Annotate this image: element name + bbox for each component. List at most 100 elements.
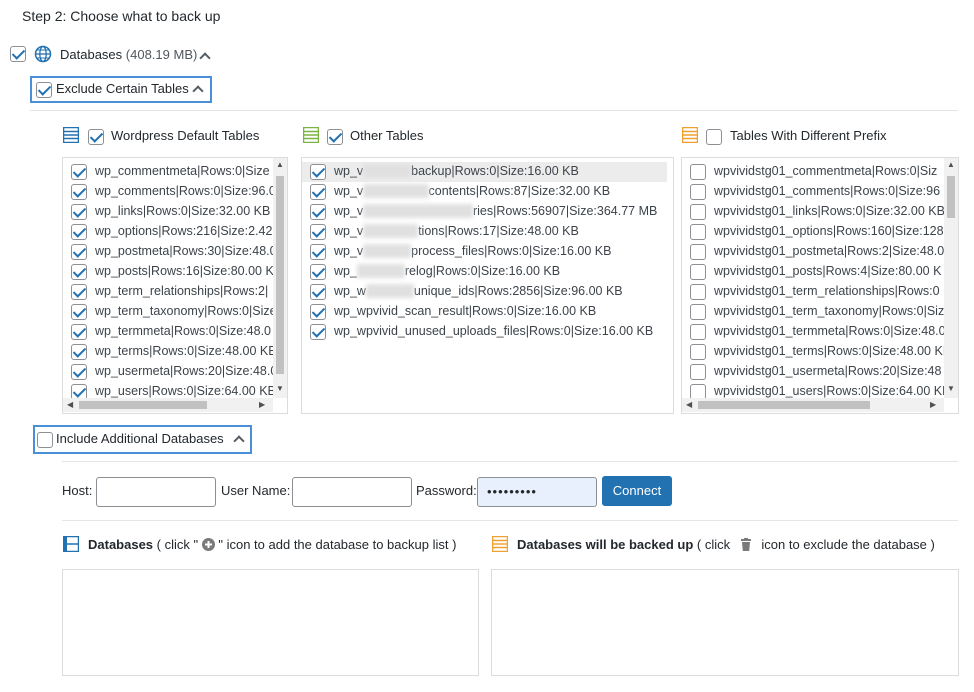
- table-checkbox[interactable]: [71, 324, 87, 340]
- other-table-row[interactable]: wp_vwpvivid_process_files|Rows:0|Size:16…: [302, 242, 673, 262]
- wordpress-tables-list[interactable]: wp_commentmeta|Rows:0|Size wp_comments|Ro…: [62, 157, 288, 414]
- table-checkbox[interactable]: [71, 224, 87, 240]
- table-checkbox[interactable]: [71, 204, 87, 220]
- table-checkbox[interactable]: [690, 284, 706, 300]
- table-checkbox[interactable]: [690, 224, 706, 240]
- databases-list-title: Databases: [88, 537, 154, 552]
- exclude-tables-checkbox[interactable]: [36, 82, 52, 98]
- table-checkbox[interactable]: [690, 264, 706, 280]
- exclude-tables-label[interactable]: Exclude Certain Tables: [56, 81, 189, 96]
- prefix-vertical-scrollbar[interactable]: ▲ ▼: [944, 158, 958, 398]
- divider: [30, 110, 958, 111]
- wordpress-tables-checkbox[interactable]: [88, 129, 104, 145]
- other-table-row[interactable]: wp_wwpvivid_unique_ids|Rows:2856|Size:96…: [302, 282, 673, 302]
- prefix-table-row[interactable]: wpvividstg01_term_taxonomy|Rows:0|Siz: [682, 302, 958, 322]
- backed-up-databases-box[interactable]: [491, 569, 959, 676]
- scrollbar-thumb[interactable]: [698, 401, 870, 409]
- prefix-table-row[interactable]: wpvividstg01_termmeta|Rows:0|Size:48.0: [682, 322, 958, 342]
- table-checkbox[interactable]: [310, 264, 326, 280]
- scroll-up-arrow-icon[interactable]: ▲: [276, 160, 284, 170]
- table-checkbox[interactable]: [310, 284, 326, 300]
- table-checkbox[interactable]: [310, 184, 326, 200]
- wordpress-table-row[interactable]: wp_options|Rows:216|Size:2.42: [63, 222, 287, 242]
- table-checkbox[interactable]: [71, 164, 87, 180]
- table-checkbox[interactable]: [690, 184, 706, 200]
- table-checkbox[interactable]: [71, 264, 87, 280]
- prefix-horizontal-scrollbar[interactable]: ◀ ▶: [682, 398, 944, 412]
- prefix-table-row[interactable]: wpvividstg01_links|Rows:0|Size:32.00 KB: [682, 202, 958, 222]
- other-table-row[interactable]: wp_vwpvivid_otions|Rows:17|Size:48.00 KB: [302, 222, 673, 242]
- other-table-row[interactable]: wp_vwpvivid_mecontents|Rows:87|Size:32.0…: [302, 182, 673, 202]
- wordpress-table-row[interactable]: wp_term_taxonomy|Rows:0|Size: [63, 302, 287, 322]
- scrollbar-thumb[interactable]: [79, 401, 207, 409]
- table-checkbox[interactable]: [690, 364, 706, 380]
- prefix-table-row[interactable]: wpvividstg01_commentmeta|Rows:0|Siz: [682, 162, 958, 182]
- scroll-down-arrow-icon[interactable]: ▼: [276, 384, 284, 394]
- table-checkbox[interactable]: [310, 244, 326, 260]
- table-checkbox[interactable]: [310, 324, 326, 340]
- prefix-table-row[interactable]: wpvividstg01_postmeta|Rows:2|Size:48.0: [682, 242, 958, 262]
- prefix-table-row[interactable]: wpvividstg01_comments|Rows:0|Size:96: [682, 182, 958, 202]
- table-checkbox[interactable]: [690, 204, 706, 220]
- table-checkbox[interactable]: [310, 304, 326, 320]
- host-label: Host:: [62, 483, 93, 498]
- scroll-left-arrow-icon[interactable]: ◀: [67, 400, 73, 410]
- scroll-up-arrow-icon[interactable]: ▲: [947, 160, 955, 170]
- other-table-row[interactable]: wp_vwpvivid_backup|Rows:0|Size:16.00 KB: [302, 162, 667, 182]
- available-databases-box[interactable]: [62, 569, 479, 676]
- other-table-row[interactable]: wp_wpvivid_relog|Rows:0|Size:16.00 KB: [302, 262, 673, 282]
- prefix-table-row[interactable]: wpvividstg01_usermeta|Rows:20|Size:48: [682, 362, 958, 382]
- prefix-table-row[interactable]: wpvividstg01_options|Rows:160|Size:128: [682, 222, 958, 242]
- scroll-left-arrow-icon[interactable]: ◀: [686, 400, 692, 410]
- databases-label: Databases (408.19 MB): [60, 47, 197, 62]
- table-checkbox[interactable]: [71, 364, 87, 380]
- table-checkbox[interactable]: [310, 204, 326, 220]
- table-checkbox[interactable]: [690, 244, 706, 260]
- table-checkbox[interactable]: [690, 164, 706, 180]
- other-table-row[interactable]: wp_wpvivid_scan_result|Rows:0|Size:16.00…: [302, 302, 673, 322]
- prefix-table-row[interactable]: wpvividstg01_terms|Rows:0|Size:48.00 KB: [682, 342, 958, 362]
- other-tables-list[interactable]: wp_vwpvivid_backup|Rows:0|Size:16.00 KBw…: [301, 157, 674, 414]
- prefix-table-row[interactable]: wpvividstg01_posts|Rows:4|Size:80.00 K: [682, 262, 958, 282]
- table-checkbox[interactable]: [71, 244, 87, 260]
- prefix-tables-checkbox[interactable]: [706, 129, 722, 145]
- scrollbar-thumb[interactable]: [276, 176, 284, 374]
- wordpress-table-row[interactable]: wp_termmeta|Rows:0|Size:48.0: [63, 322, 287, 342]
- databases-collapse-chevron-icon[interactable]: [199, 52, 211, 64]
- table-checkbox[interactable]: [71, 184, 87, 200]
- table-checkbox[interactable]: [310, 224, 326, 240]
- wordpress-table-row[interactable]: wp_term_relationships|Rows:2|: [63, 282, 287, 302]
- prefix-tables-list[interactable]: wpvividstg01_commentmeta|Rows:0|Siz wpviv…: [681, 157, 959, 414]
- include-databases-label[interactable]: Include Additional Databases: [56, 431, 224, 446]
- scrollbar-thumb[interactable]: [947, 176, 955, 218]
- wordpress-table-row[interactable]: wp_usermeta|Rows:20|Size:48.0: [63, 362, 287, 382]
- table-checkbox[interactable]: [71, 284, 87, 300]
- scroll-right-arrow-icon[interactable]: ▶: [259, 400, 265, 410]
- wordpress-table-row[interactable]: wp_postmeta|Rows:30|Size:48.0: [63, 242, 287, 262]
- include-databases-checkbox[interactable]: [37, 432, 53, 448]
- password-input[interactable]: •••••••••: [477, 477, 597, 507]
- wordpress-vertical-scrollbar[interactable]: ▲ ▼: [273, 158, 287, 398]
- other-tables-checkbox[interactable]: [327, 129, 343, 145]
- prefix-table-row[interactable]: wpvividstg01_term_relationships|Rows:0: [682, 282, 958, 302]
- connect-button[interactable]: Connect: [602, 476, 672, 506]
- other-table-row[interactable]: wp_vwpvivid_merge_histries|Rows:56907|Si…: [302, 202, 673, 222]
- table-checkbox[interactable]: [690, 304, 706, 320]
- user-name-input[interactable]: [292, 477, 412, 507]
- wordpress-horizontal-scrollbar[interactable]: ◀ ▶: [63, 398, 273, 412]
- table-checkbox[interactable]: [310, 164, 326, 180]
- databases-checkbox[interactable]: [10, 46, 26, 62]
- wordpress-table-row[interactable]: wp_terms|Rows:0|Size:48.00 KB: [63, 342, 287, 362]
- table-checkbox[interactable]: [690, 344, 706, 360]
- wordpress-table-row[interactable]: wp_commentmeta|Rows:0|Size: [63, 162, 287, 182]
- other-table-row[interactable]: wp_wpvivid_unused_uploads_files|Rows:0|S…: [302, 322, 673, 342]
- wordpress-table-row[interactable]: wp_posts|Rows:16|Size:80.00 K: [63, 262, 287, 282]
- table-checkbox[interactable]: [71, 304, 87, 320]
- scroll-down-arrow-icon[interactable]: ▼: [947, 384, 955, 394]
- table-checkbox[interactable]: [71, 344, 87, 360]
- table-checkbox[interactable]: [690, 324, 706, 340]
- scroll-right-arrow-icon[interactable]: ▶: [930, 400, 936, 410]
- host-input[interactable]: [96, 477, 216, 507]
- wordpress-table-row[interactable]: wp_comments|Rows:0|Size:96.0: [63, 182, 287, 202]
- wordpress-table-row[interactable]: wp_links|Rows:0|Size:32.00 KB: [63, 202, 287, 222]
